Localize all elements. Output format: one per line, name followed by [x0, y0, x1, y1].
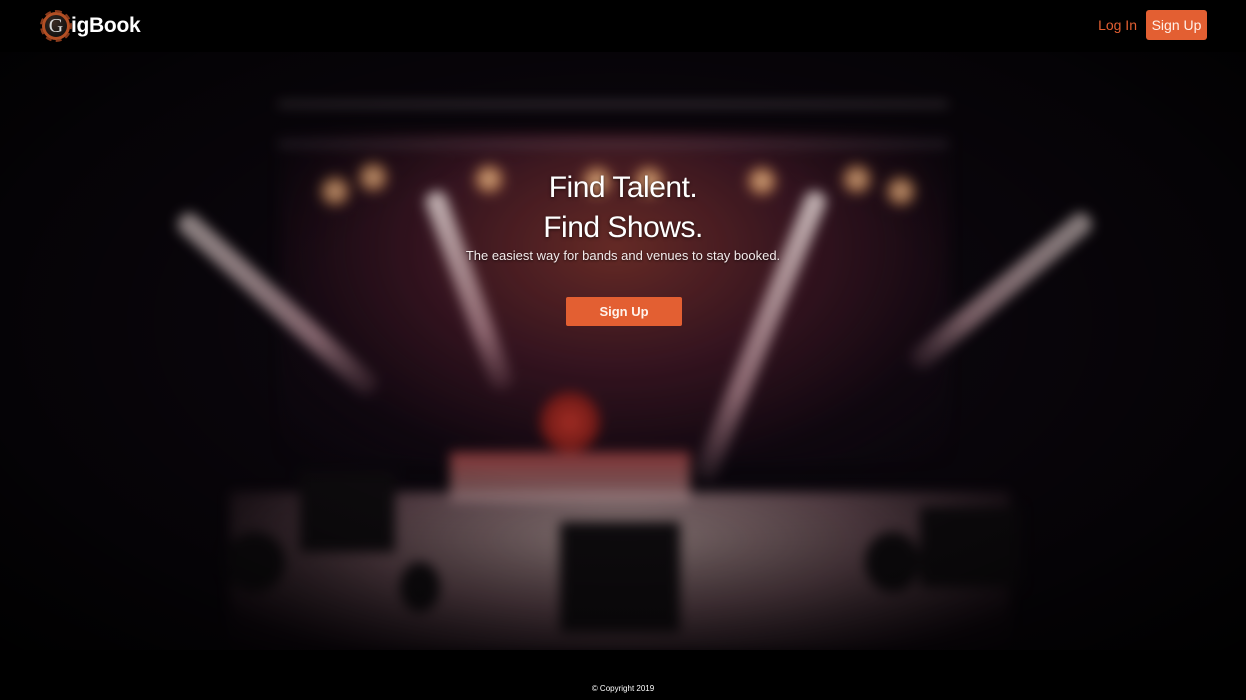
hero-section: Find Talent. Find Shows. The easiest way…: [0, 52, 1246, 650]
footer: © Copyright 2019: [0, 650, 1246, 700]
navbar: G igBook Log In Sign Up: [0, 0, 1246, 52]
hero-signup-button[interactable]: Sign Up: [566, 297, 682, 326]
copyright-text: © Copyright 2019: [591, 684, 655, 693]
brand-name: igBook: [71, 14, 141, 37]
headline-line-2: Find Shows.: [543, 211, 703, 244]
nav-signup-button[interactable]: Sign Up: [1146, 10, 1207, 40]
hero-tagline: The easiest way for bands and venues to …: [465, 248, 781, 263]
gigbook-logo-icon: G: [40, 10, 72, 42]
landing-page: G igBook Log In Sign Up Find Talent. Fin…: [0, 0, 1246, 700]
login-link[interactable]: Log In: [1098, 17, 1137, 33]
brand-link[interactable]: G igBook: [40, 10, 141, 42]
headline-line-1: Find Talent.: [548, 171, 698, 204]
